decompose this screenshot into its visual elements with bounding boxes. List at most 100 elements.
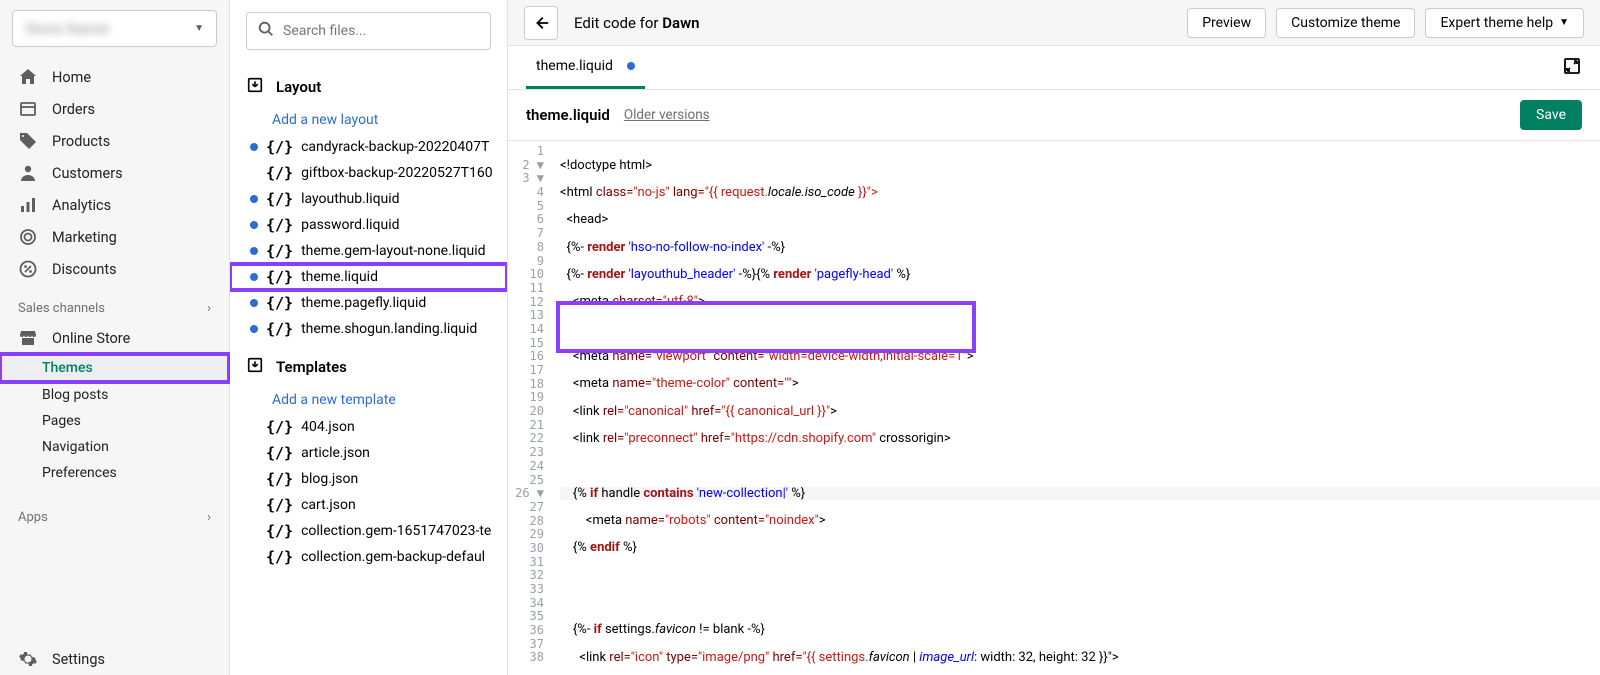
file-item[interactable]: {/} candyrack-backup-20220407T xyxy=(230,134,507,160)
file-item[interactable]: {/} blog.json xyxy=(230,466,507,492)
file-name: cart.json xyxy=(301,497,356,513)
nav-blog-posts[interactable]: Blog posts xyxy=(0,382,229,408)
nav-pages[interactable]: Pages xyxy=(0,408,229,434)
file-item[interactable]: {/}theme.liquid xyxy=(230,264,507,290)
code-braces-icon: {/} xyxy=(266,470,293,488)
templates-section-header[interactable]: Templates xyxy=(230,342,507,386)
tab-label: theme.liquid xyxy=(536,58,613,74)
nav-navigation[interactable]: Navigation xyxy=(0,434,229,460)
file-search[interactable] xyxy=(246,12,491,50)
file-item[interactable]: {/}collection.gem-backup-defaul xyxy=(230,544,507,570)
code-lines[interactable]: <!doctype html> <html class="no-js" lang… xyxy=(552,141,1600,675)
editor-tab-active[interactable]: theme.liquid xyxy=(526,46,645,89)
code-braces-icon: {/} xyxy=(266,164,293,182)
code-braces-icon: {/} xyxy=(266,496,293,514)
expand-icon[interactable] xyxy=(1562,56,1582,80)
layout-section-header[interactable]: Layout xyxy=(230,62,507,106)
file-name: layouthub.liquid xyxy=(301,191,400,207)
nav-label: Online Store xyxy=(52,330,130,347)
modified-dot-icon xyxy=(627,62,635,70)
nav-label: Home xyxy=(52,69,91,86)
nav-analytics[interactable]: Analytics xyxy=(0,189,229,221)
file-item[interactable]: {/}collection.gem-1651747023-te xyxy=(230,518,507,544)
orders-icon xyxy=(18,99,38,119)
code-editor[interactable]: 12 ▼3 ▼456789101112131415161718192021222… xyxy=(508,141,1600,675)
file-item[interactable]: {/} theme.pagefly.liquid xyxy=(230,290,507,316)
file-search-input[interactable] xyxy=(283,23,480,39)
nav-discounts[interactable]: Discounts xyxy=(0,253,229,285)
nav-sales-channels-header[interactable]: Sales channels › xyxy=(0,289,229,322)
nav-label: Settings xyxy=(52,651,105,668)
back-button[interactable] xyxy=(524,6,558,40)
customers-icon xyxy=(18,163,38,183)
file-tree-panel: Layout Add a new layout {/} candyrack-bac… xyxy=(230,0,508,675)
page-title: Edit code for Dawn xyxy=(574,14,700,32)
nav-customers[interactable]: Customers xyxy=(0,157,229,189)
modified-dot-icon xyxy=(250,273,258,281)
editor-top-bar: Edit code for Dawn Preview Customize the… xyxy=(508,0,1600,46)
nav-home[interactable]: Home xyxy=(0,61,229,93)
modified-dot-icon xyxy=(250,299,258,307)
editor-panel: Edit code for Dawn Preview Customize the… xyxy=(508,0,1600,675)
file-name: theme.shogun.landing.liquid xyxy=(301,321,477,337)
file-name: blog.json xyxy=(301,471,358,487)
older-versions-link[interactable]: Older versions xyxy=(624,107,710,123)
main-sidebar: Store Name ▼ Home Orders Products Custom… xyxy=(0,0,230,675)
nav-products[interactable]: Products xyxy=(0,125,229,157)
nav-preferences[interactable]: Preferences xyxy=(0,460,229,486)
nav-label: Apps xyxy=(18,510,48,525)
file-name: collection.gem-1651747023-te xyxy=(301,523,491,539)
code-braces-icon: {/} xyxy=(266,216,293,234)
code-braces-icon: {/} xyxy=(266,294,293,312)
nav-apps-header[interactable]: Apps › xyxy=(0,498,229,531)
nav-orders[interactable]: Orders xyxy=(0,93,229,125)
file-item[interactable]: {/} cart.json xyxy=(230,492,507,518)
nav-label: Analytics xyxy=(52,197,111,214)
file-item[interactable]: {/} theme.shogun.landing.liquid xyxy=(230,316,507,342)
store-selector[interactable]: Store Name ▼ xyxy=(12,10,217,47)
download-box-icon xyxy=(246,76,264,98)
save-button[interactable]: Save xyxy=(1520,100,1582,130)
file-name: theme.pagefly.liquid xyxy=(301,295,426,311)
code-braces-icon: {/} xyxy=(266,548,293,566)
expert-help-button[interactable]: Expert theme help▼ xyxy=(1425,8,1584,38)
file-name: theme.gem-layout-none.liquid xyxy=(301,243,485,259)
file-name: candyrack-backup-20220407T xyxy=(301,139,489,155)
line-gutter: 12 ▼3 ▼456789101112131415161718192021222… xyxy=(508,141,552,675)
code-braces-icon: {/} xyxy=(266,444,293,462)
chevron-down-icon: ▼ xyxy=(194,23,204,34)
nav-label: Discounts xyxy=(52,261,117,278)
products-icon xyxy=(18,131,38,151)
nav-settings[interactable]: Settings xyxy=(0,643,229,675)
modified-dot-icon xyxy=(250,143,258,151)
caret-down-icon: ▼ xyxy=(1559,17,1569,28)
section-label: Layout xyxy=(276,78,321,96)
file-item[interactable]: {/}article.json xyxy=(230,440,507,466)
file-header: theme.liquid Older versions Save xyxy=(508,90,1600,141)
file-name: password.liquid xyxy=(301,217,399,233)
file-item[interactable]: {/}layouthub.liquid xyxy=(230,186,507,212)
highlight-annotation xyxy=(556,301,976,353)
store-name: Store Name xyxy=(25,19,109,38)
nav-online-store[interactable]: Online Store xyxy=(0,322,229,354)
nav-marketing[interactable]: Marketing xyxy=(0,221,229,253)
nav-themes[interactable]: Themes xyxy=(0,354,229,382)
file-item[interactable]: {/}giftbox-backup-20220527T160 xyxy=(230,160,507,186)
home-icon xyxy=(18,67,38,87)
section-label: Templates xyxy=(276,358,347,376)
chevron-right-icon: › xyxy=(207,510,211,525)
gear-icon xyxy=(18,649,38,669)
customize-theme-button[interactable]: Customize theme xyxy=(1276,8,1415,38)
preview-button[interactable]: Preview xyxy=(1187,8,1266,38)
code-braces-icon: {/} xyxy=(266,320,293,338)
code-braces-icon: {/} xyxy=(266,138,293,156)
add-layout-link[interactable]: Add a new layout xyxy=(230,106,507,134)
file-item[interactable]: {/}404.json xyxy=(230,414,507,440)
download-box-icon xyxy=(246,356,264,378)
modified-dot-icon xyxy=(250,247,258,255)
nav-label: Orders xyxy=(52,101,95,118)
file-item[interactable]: {/}theme.gem-layout-none.liquid xyxy=(230,238,507,264)
file-item[interactable]: {/} password.liquid xyxy=(230,212,507,238)
code-braces-icon: {/} xyxy=(266,418,293,436)
add-template-link[interactable]: Add a new template xyxy=(230,386,507,414)
